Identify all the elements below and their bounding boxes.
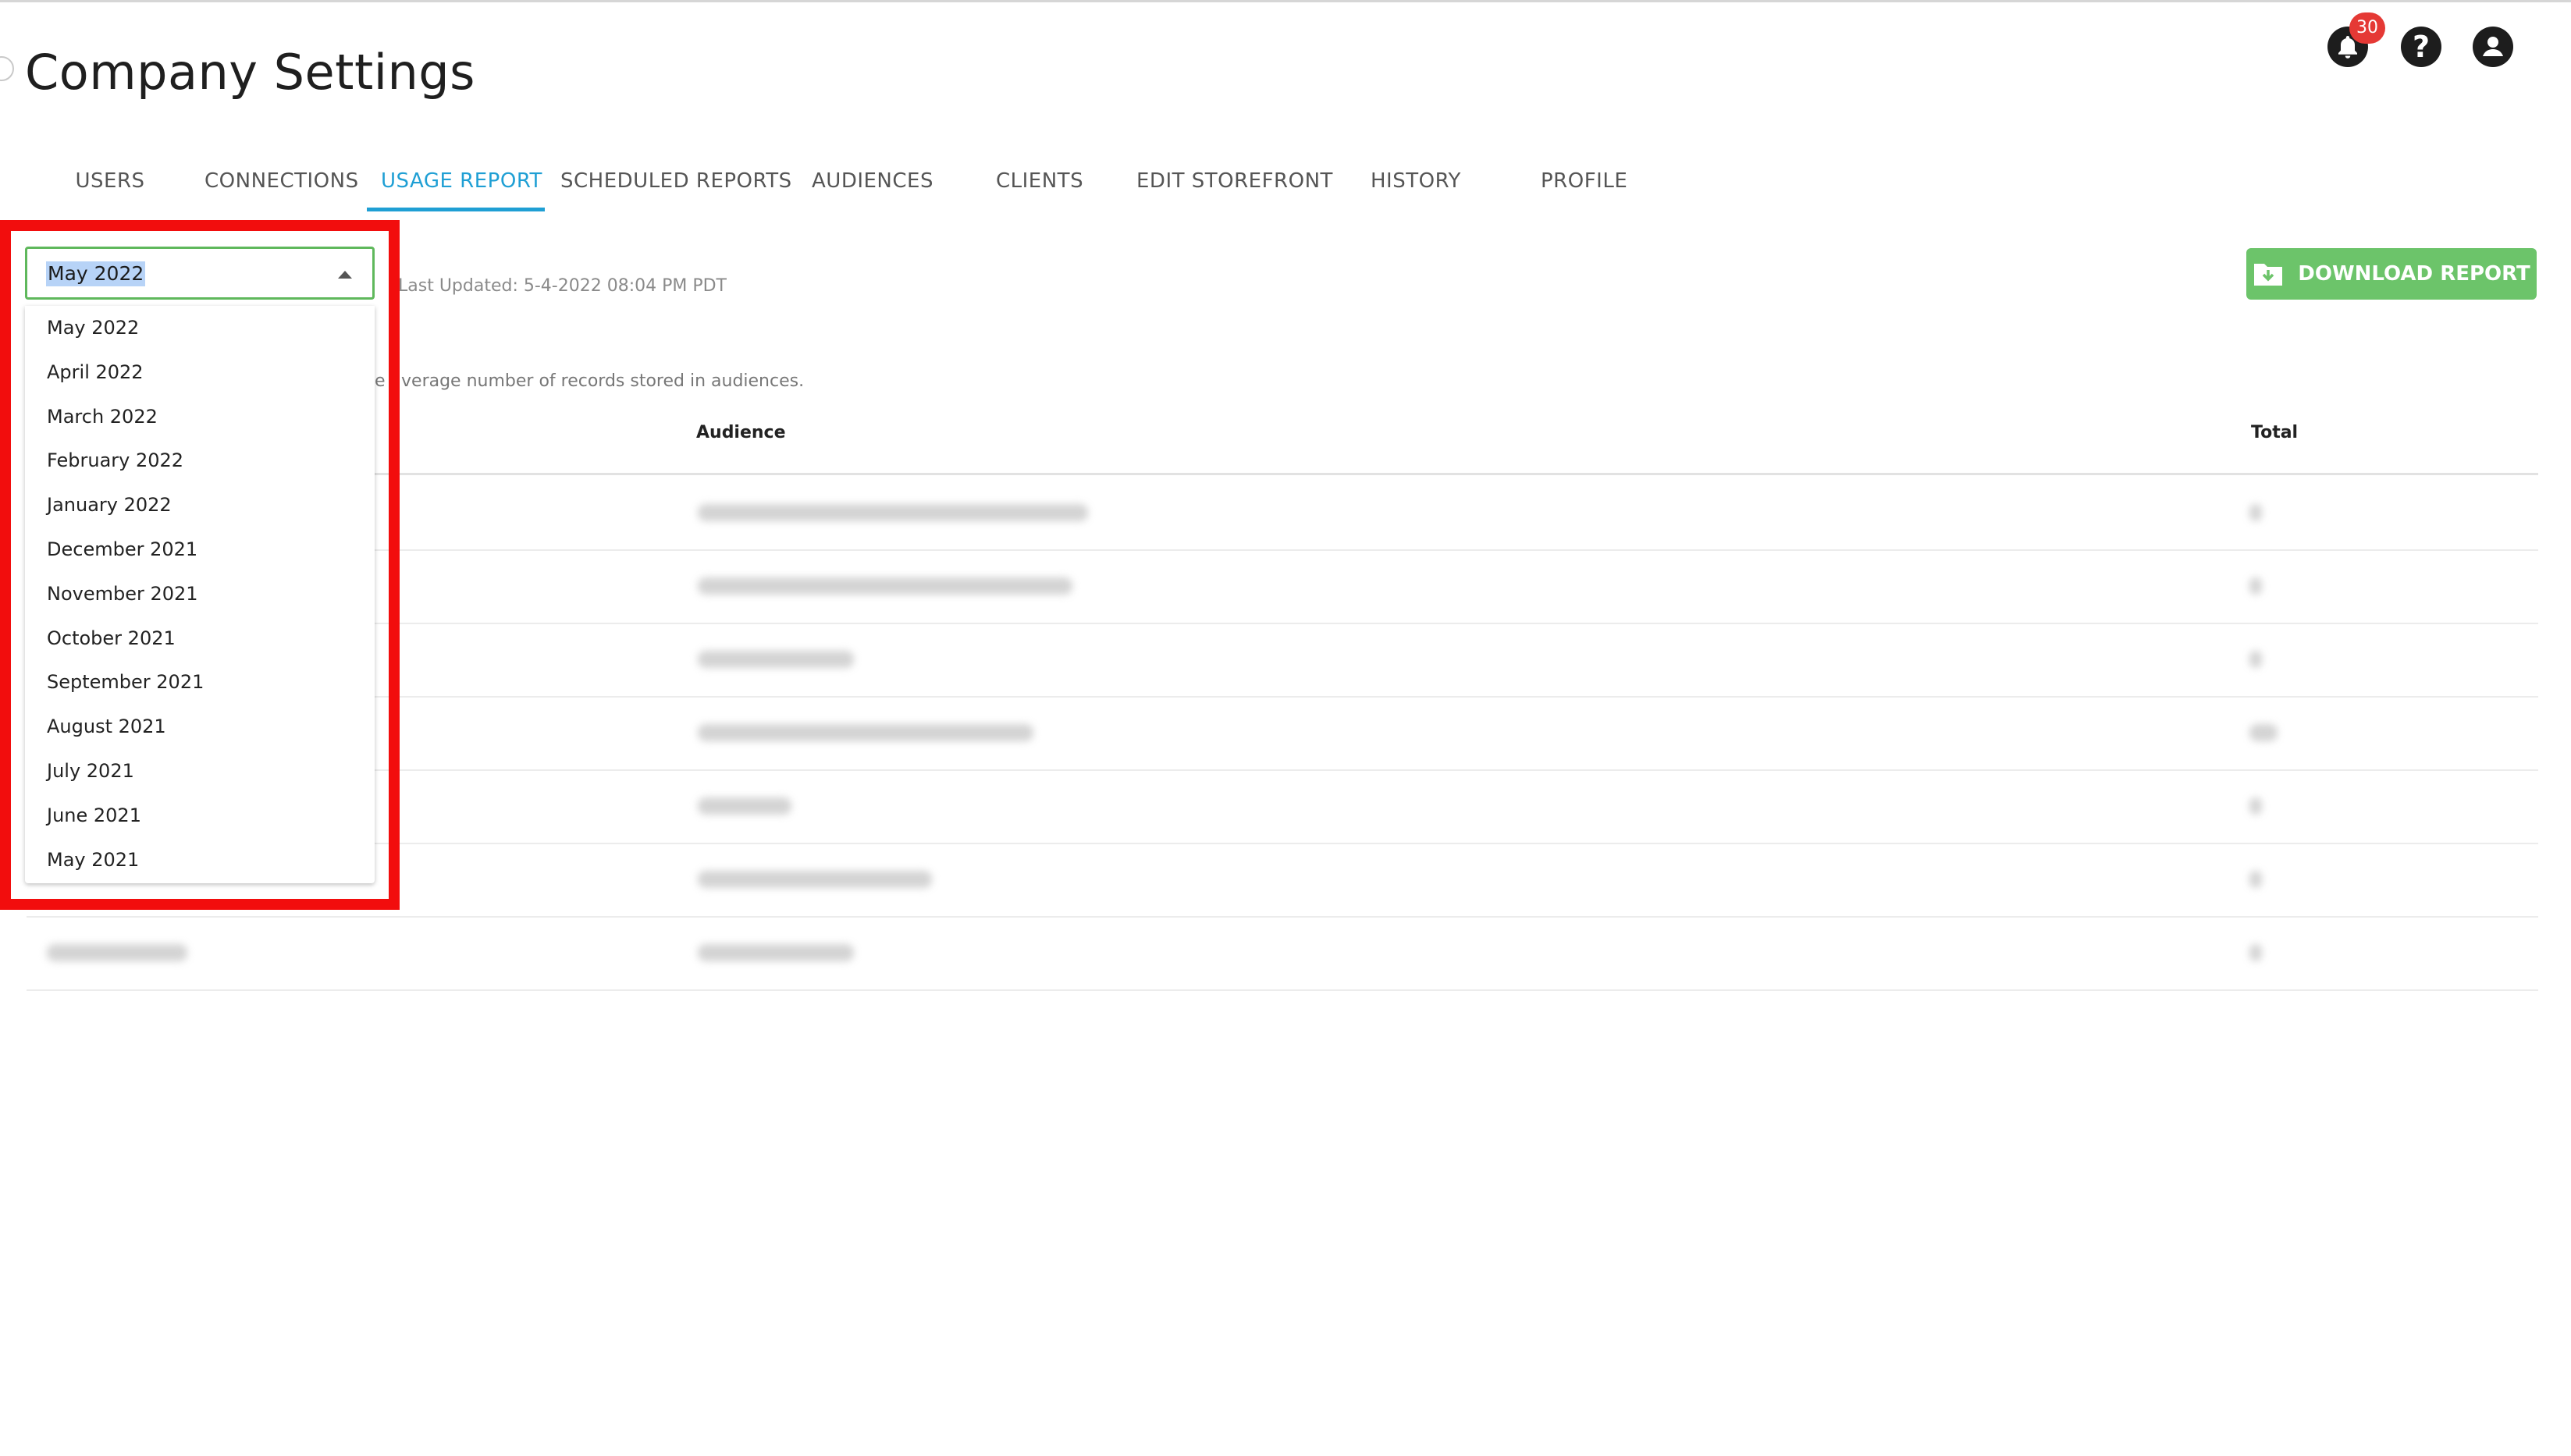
- month-option[interactable]: April 2022: [25, 350, 375, 395]
- tab-edit-storefront[interactable]: EDIT STOREFRONT: [1136, 158, 1332, 204]
- blurred-total-cell: [2249, 797, 2262, 815]
- help-icon[interactable]: ?: [2401, 27, 2441, 67]
- table-row: [27, 549, 2538, 624]
- month-option[interactable]: October 2021: [25, 616, 375, 661]
- selected-month-value: May 2022: [46, 261, 146, 286]
- blurred-audience-cell: [698, 577, 1072, 595]
- download-report-button[interactable]: DOWNLOAD REPORT: [2246, 248, 2537, 300]
- blurred-audience-cell: [698, 871, 932, 888]
- tab-clients[interactable]: CLIENTS: [996, 158, 1083, 204]
- blurred-audience-cell: [698, 504, 1088, 521]
- user-avatar-icon: [2483, 37, 2503, 56]
- blurred-total-cell: [2249, 504, 2262, 521]
- tab-scheduled-reports[interactable]: SCHEDULED REPORTS: [560, 158, 791, 204]
- download-report-label: DOWNLOAD REPORT: [2298, 262, 2530, 286]
- tab-users[interactable]: USERS: [75, 158, 145, 204]
- active-tab-indicator: [367, 208, 545, 211]
- tab-audiences[interactable]: AUDIENCES: [812, 158, 933, 204]
- report-info-text: e average number of records stored in au…: [375, 371, 805, 391]
- blurred-name-cell: [47, 944, 187, 961]
- header-divider: [27, 473, 2538, 475]
- column-header-audience: Audience: [696, 423, 786, 442]
- month-option[interactable]: July 2021: [25, 749, 375, 794]
- month-option[interactable]: November 2021: [25, 572, 375, 616]
- month-option[interactable]: May 2021: [25, 838, 375, 882]
- notification-count-badge: 30: [2349, 12, 2385, 44]
- month-option[interactable]: August 2021: [25, 705, 375, 749]
- top-divider: [0, 0, 2571, 2]
- table-row: [27, 476, 2538, 551]
- month-option[interactable]: January 2022: [25, 483, 375, 527]
- column-header-total: Total: [2251, 423, 2299, 442]
- last-updated-text: Last Updated: 5-4-2022 08:04 PM PDT: [398, 276, 727, 296]
- month-option[interactable]: March 2022: [25, 395, 375, 439]
- table-row: [27, 696, 2538, 771]
- tab-connections[interactable]: CONNECTIONS: [204, 158, 358, 204]
- month-select[interactable]: May 2022: [25, 247, 375, 300]
- blurred-audience-cell: [698, 797, 791, 815]
- month-option[interactable]: February 2022: [25, 439, 375, 483]
- page-title: Company Settings: [25, 44, 475, 101]
- blurred-audience-cell: [698, 651, 854, 668]
- month-dropdown-menu: May 2022 April 2022 March 2022 February …: [25, 306, 375, 883]
- blurred-total-cell: [2249, 724, 2278, 741]
- blurred-total-cell: [2249, 577, 2262, 595]
- table-row: [27, 769, 2538, 844]
- table-row: [27, 843, 2538, 918]
- month-option[interactable]: September 2021: [25, 660, 375, 705]
- month-option[interactable]: May 2022: [25, 306, 375, 350]
- folder-download-icon: [2253, 261, 2284, 287]
- tab-profile[interactable]: PROFILE: [1541, 158, 1627, 204]
- help-glyph: ?: [2412, 30, 2431, 64]
- tab-usage-report[interactable]: USAGE REPORT: [381, 158, 542, 204]
- table-row: [27, 623, 2538, 698]
- blurred-total-cell: [2249, 651, 2262, 668]
- month-option[interactable]: December 2021: [25, 527, 375, 572]
- blurred-audience-cell: [698, 724, 1033, 741]
- account-icon[interactable]: [2473, 27, 2513, 67]
- blurred-total-cell: [2249, 944, 2262, 961]
- month-option[interactable]: June 2021: [25, 794, 375, 838]
- tab-history[interactable]: HISTORY: [1371, 158, 1460, 204]
- blurred-total-cell: [2249, 871, 2262, 888]
- chevron-up-icon: [338, 271, 352, 279]
- table-row: [27, 916, 2538, 991]
- blurred-audience-cell: [698, 944, 854, 961]
- settings-tabs: USERS CONNECTIONS USAGE REPORT SCHEDULED…: [0, 158, 1717, 214]
- back-circle-icon[interactable]: [0, 56, 14, 81]
